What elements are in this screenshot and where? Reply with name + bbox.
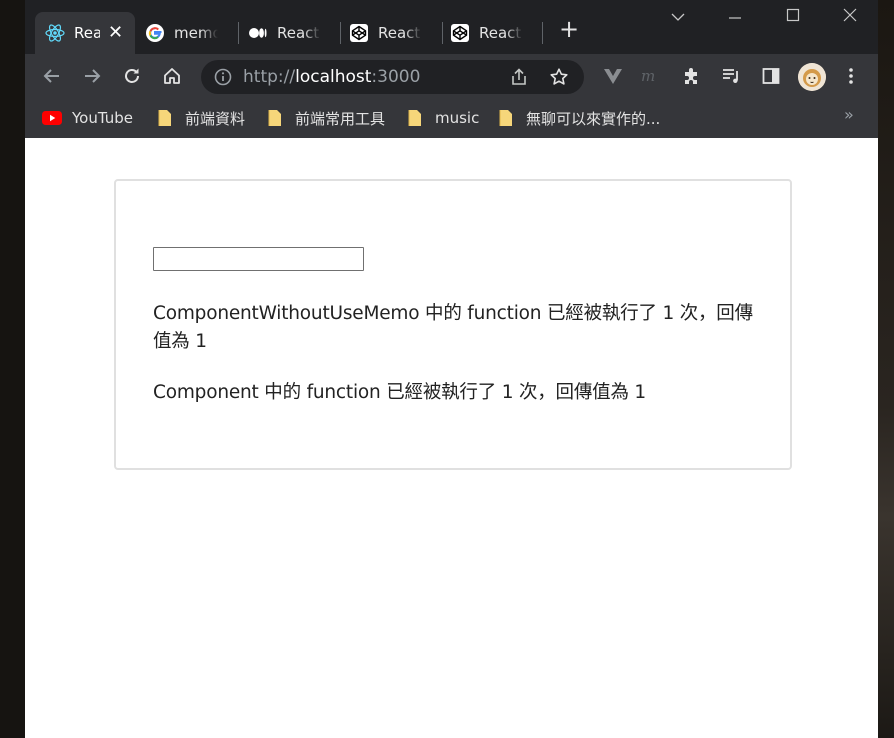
tab-memo[interactable]: memo	[135, 12, 218, 54]
bookmark-label: YouTube	[72, 109, 133, 127]
maximize-icon[interactable]	[778, 8, 808, 32]
text-input[interactable]	[153, 247, 364, 271]
more-menu-icon[interactable]	[839, 64, 863, 88]
medium-icon	[248, 23, 268, 43]
codepen-icon	[349, 23, 369, 43]
bookmark-label: 前端常用工具	[295, 109, 386, 128]
bookmark-folder-frontend-tools[interactable]: 前端常用工具	[265, 107, 385, 129]
desktop-background-right	[878, 0, 894, 738]
bookmark-label: 無聊可以來實作的...	[526, 109, 661, 128]
tab-react-codepen-1[interactable]: React u	[339, 12, 422, 54]
home-icon[interactable]	[160, 64, 184, 88]
bookmark-folder-side-projects[interactable]: 無聊可以來實作的...	[496, 107, 660, 129]
tab-react-codepen-2[interactable]: React u	[440, 12, 523, 54]
folder-icon	[265, 109, 285, 127]
side-panel-icon[interactable]	[759, 64, 783, 88]
medium-extension-icon[interactable]: m	[639, 64, 663, 88]
profile-avatar[interactable]	[798, 63, 826, 91]
extensions-puzzle-icon[interactable]	[679, 64, 703, 88]
tab-strip: React ✕ memo	[25, 0, 878, 54]
url-scheme: http://	[243, 67, 296, 87]
share-icon[interactable]	[509, 67, 529, 87]
bookmark-folder-music[interactable]: music	[405, 107, 479, 129]
folder-icon	[496, 109, 516, 127]
browser-window: React ✕ memo	[25, 0, 878, 738]
media-controls-icon[interactable]	[719, 64, 743, 88]
bookmark-folder-frontend-docs[interactable]: 前端資料	[155, 107, 245, 129]
svg-text:m: m	[641, 67, 655, 85]
folder-icon	[405, 109, 425, 127]
desktop-background-left	[0, 0, 25, 738]
url-port: :3000	[371, 67, 421, 87]
without-usememo-message: ComponentWithoutUseMemo 中的 function 已經被執…	[153, 303, 753, 352]
bookmark-star-icon[interactable]	[549, 67, 569, 87]
react-icon	[45, 23, 65, 43]
tab-title: React u	[479, 24, 523, 42]
youtube-icon	[42, 109, 62, 127]
bookmark-youtube[interactable]: YouTube	[42, 107, 133, 129]
new-tab-button[interactable]: +	[558, 17, 580, 41]
url-host: localhost	[295, 67, 372, 87]
page-viewport: ComponentWithoutUseMemo 中的 function 已經被執…	[25, 138, 878, 738]
component-message: Component 中的 function 已經被執行了 1 次，回傳值為 1	[153, 382, 647, 403]
bookmark-label: 前端資料	[185, 109, 246, 128]
more-bookmarks-icon[interactable]: »	[844, 105, 854, 124]
reload-icon[interactable]	[120, 64, 144, 88]
content-card: ComponentWithoutUseMemo 中的 function 已經被執…	[114, 179, 792, 470]
tab-title: React	[74, 24, 100, 42]
bookmarks-bar: YouTube 前端資料 前端常用工具 music 無聊可以來實作的... »	[25, 98, 878, 138]
address-url: http://localhost:3000	[243, 67, 420, 87]
bookmark-label: music	[435, 109, 480, 127]
vuejs-devtools-icon[interactable]	[601, 64, 625, 88]
browser-toolbar: http://localhost:3000 m	[25, 54, 878, 98]
codepen-icon	[450, 23, 470, 43]
address-bar[interactable]: http://localhost:3000	[201, 60, 584, 94]
site-info-icon[interactable]	[213, 67, 233, 87]
tab-react-active[interactable]: React ✕	[35, 12, 135, 54]
minimize-icon[interactable]	[720, 8, 750, 32]
tab-separator	[542, 22, 543, 44]
close-window-icon[interactable]	[835, 8, 865, 32]
tab-react-medium[interactable]: React	[238, 12, 321, 54]
tab-title: React u	[378, 24, 422, 42]
back-icon[interactable]	[40, 64, 64, 88]
tab-search-icon[interactable]	[663, 8, 693, 32]
tab-title: memo	[174, 24, 218, 42]
google-icon	[145, 23, 165, 43]
tab-close-icon[interactable]: ✕	[108, 24, 123, 42]
tab-title: React	[277, 24, 320, 42]
forward-icon[interactable]	[80, 64, 104, 88]
folder-icon	[155, 109, 175, 127]
